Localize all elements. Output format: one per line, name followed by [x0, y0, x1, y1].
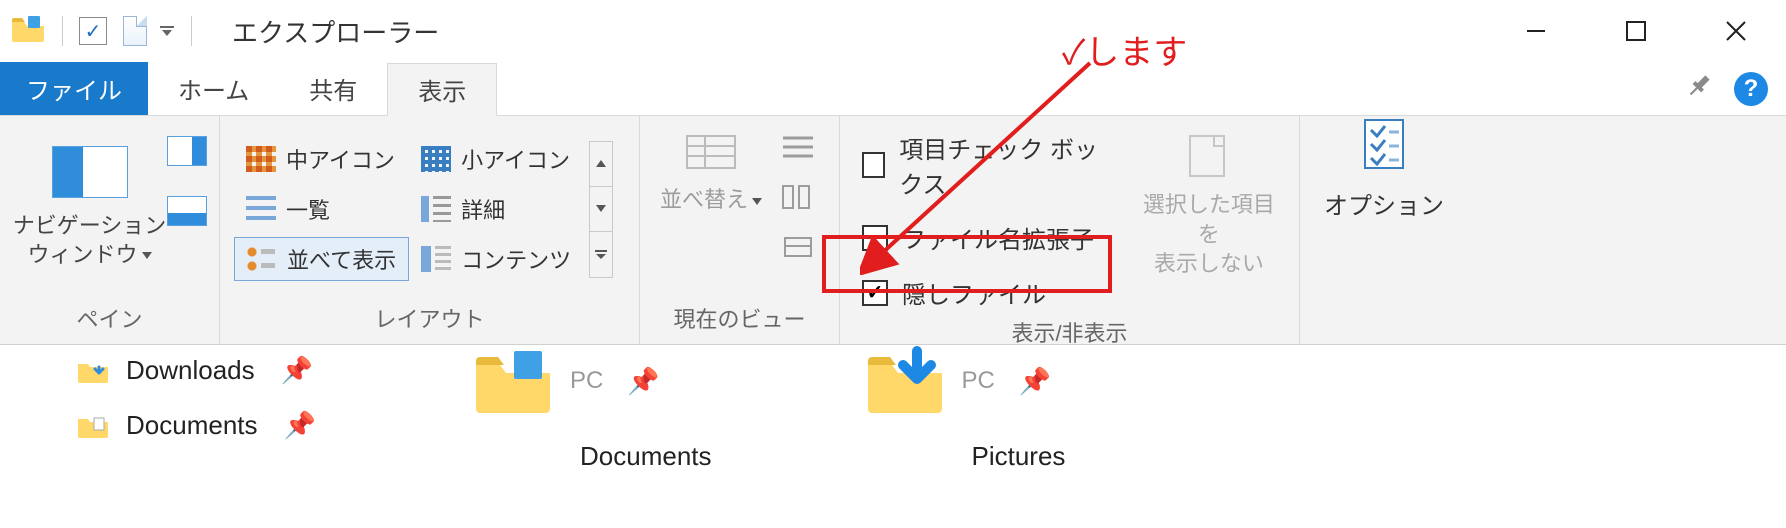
- layout-small-icons[interactable]: 小アイコン: [409, 137, 583, 181]
- tab-share[interactable]: 共有: [279, 62, 387, 115]
- window-controls: [1486, 0, 1786, 62]
- size-columns-button[interactable]: [778, 230, 818, 264]
- sort-icon: [681, 130, 741, 174]
- maximize-button[interactable]: [1586, 0, 1686, 62]
- ribbon-tabstrip: ファイル ホーム 共有 表示 ?: [0, 62, 1786, 116]
- folder-download-large-icon: [862, 345, 948, 417]
- hide-selected-l2: 表示しない: [1154, 251, 1264, 276]
- layout-list-label: 一覧: [286, 193, 330, 225]
- group-by-button[interactable]: [778, 130, 818, 164]
- preview-pane-button[interactable]: [167, 136, 207, 166]
- pin-icon[interactable]: 📌: [1019, 366, 1051, 397]
- titlebar-separator: [62, 16, 63, 46]
- help-button[interactable]: ?: [1734, 72, 1768, 106]
- group-label-panes: ペイン: [0, 296, 219, 344]
- tab-home[interactable]: ホーム: [148, 62, 279, 115]
- group-label-curview: 現在のビュー: [640, 296, 839, 344]
- sidebar-documents-label: Documents: [126, 410, 258, 441]
- qat-customize-dropdown[interactable]: [159, 23, 175, 39]
- hide-selected-icon: [1180, 130, 1238, 180]
- tile-pc-label-2: PC: [962, 367, 995, 395]
- checkbox-icon: [862, 152, 885, 178]
- ribbon-view: ナビゲーション ウィンドウ ペイン 中アイコン 一覧 並べて表示 小アイコン 詳…: [0, 116, 1786, 345]
- tile-pictures-label: Pictures: [972, 441, 1066, 472]
- details-pane-button[interactable]: [167, 196, 207, 226]
- layout-details-label: 詳細: [461, 193, 505, 225]
- layout-tiles-label: 並べて表示: [287, 243, 396, 275]
- explorer-folder-icon: [10, 14, 46, 49]
- checkbox-item-checkboxes[interactable]: 項目チェック ボックス: [862, 130, 1115, 200]
- layout-details[interactable]: 詳細: [409, 187, 583, 231]
- options-button[interactable]: オプション: [1300, 116, 1468, 302]
- tile-pc-label-1: PC: [570, 367, 603, 395]
- pin-icon[interactable]: 📌: [284, 410, 316, 441]
- tab-view[interactable]: 表示: [387, 63, 497, 116]
- hide-selected-l1: 選択した項目を: [1143, 192, 1275, 247]
- checkbox-file-ext-label: ファイル名拡張子: [902, 220, 1094, 255]
- navigation-pane-button[interactable]: ナビゲーション ウィンドウ: [13, 212, 167, 269]
- qat-newdoc-icon[interactable]: [123, 16, 147, 46]
- layout-scroll-up[interactable]: [590, 142, 612, 187]
- group-label-layout: レイアウト: [220, 296, 639, 344]
- pin-icon[interactable]: 📌: [627, 366, 659, 397]
- checkbox-icon-checked: [862, 280, 888, 306]
- checkbox-hidden-files[interactable]: 隠しファイル: [862, 275, 1115, 310]
- group-options: オプション: [1300, 116, 1468, 344]
- sidebar: Downloads 📌 Documents 📌: [0, 345, 350, 528]
- window-title: エクスプローラー: [232, 13, 439, 50]
- main-panel: PC 📌 Documents PC 📌 Pictures: [350, 345, 1786, 528]
- checkbox-item-checkboxes-label: 項目チェック ボックス: [899, 130, 1115, 200]
- nav-pane-label-l2: ウィンドウ: [27, 242, 137, 267]
- layout-gallery-expand[interactable]: [590, 232, 612, 277]
- checkbox-hidden-files-label: 隠しファイル: [902, 275, 1046, 310]
- layout-small-label: 小アイコン: [461, 143, 570, 175]
- add-columns-button[interactable]: [778, 180, 818, 214]
- folder-documents-icon: [76, 412, 110, 440]
- titlebar-separator-2: [191, 16, 192, 46]
- layout-medium-label: 中アイコン: [286, 143, 395, 175]
- folder-tile-pictures[interactable]: PC 📌 Pictures: [862, 345, 1066, 528]
- layout-list[interactable]: 一覧: [234, 187, 409, 231]
- layout-content-label: コンテンツ: [461, 243, 571, 275]
- hide-selected-button[interactable]: 選択した項目を 表示しない: [1141, 130, 1277, 279]
- pin-icon[interactable]: 📌: [281, 355, 313, 386]
- sort-by-label: 並べ替え: [660, 187, 748, 212]
- minimize-ribbon-pin-icon[interactable]: [1684, 71, 1714, 106]
- qat-properties-icon[interactable]: ✓: [79, 17, 107, 45]
- tab-file[interactable]: ファイル: [0, 62, 148, 115]
- layout-medium-icons[interactable]: 中アイコン: [234, 137, 409, 181]
- group-show-hide: 項目チェック ボックス ファイル名拡張子 隠しファイル 選択した項目を: [840, 116, 1300, 344]
- sidebar-item-downloads[interactable]: Downloads 📌: [76, 355, 350, 386]
- sidebar-downloads-label: Downloads: [126, 355, 255, 386]
- content-area: Downloads 📌 Documents 📌 PC 📌 Docu: [0, 345, 1786, 528]
- checkbox-icon: [862, 225, 888, 251]
- layout-tiles[interactable]: 並べて表示: [234, 237, 409, 281]
- title-bar: ✓ エクスプローラー: [0, 0, 1786, 62]
- checkbox-file-extensions[interactable]: ファイル名拡張子: [862, 220, 1115, 255]
- group-label-options: [1300, 302, 1468, 344]
- sort-by-button[interactable]: 並べ替え: [660, 130, 762, 214]
- group-current-view: 並べ替え 現在のビュー: [640, 116, 840, 344]
- options-icon: [1359, 116, 1409, 172]
- close-button[interactable]: [1686, 0, 1786, 62]
- group-panes: ナビゲーション ウィンドウ ペイン: [0, 116, 220, 344]
- tile-documents-label: Documents: [580, 441, 712, 472]
- folder-tile-documents[interactable]: PC 📌 Documents: [470, 345, 712, 528]
- nav-pane-label-l1: ナビゲーション: [13, 213, 167, 238]
- sidebar-item-documents[interactable]: Documents 📌: [76, 410, 350, 441]
- minimize-button[interactable]: [1486, 0, 1586, 62]
- layout-scroll-down[interactable]: [590, 187, 612, 232]
- options-label: オプション: [1324, 186, 1444, 221]
- group-layout: 中アイコン 一覧 並べて表示 小アイコン 詳細 コンテンツ レイアウト: [220, 116, 640, 344]
- layout-content[interactable]: コンテンツ: [409, 237, 583, 281]
- folder-large-icon: [470, 345, 556, 417]
- title-bar-left: ✓ エクスプローラー: [0, 13, 439, 50]
- layout-gallery-spinner: [589, 141, 613, 278]
- navigation-pane-icon: [52, 146, 128, 198]
- folder-download-icon: [76, 357, 110, 385]
